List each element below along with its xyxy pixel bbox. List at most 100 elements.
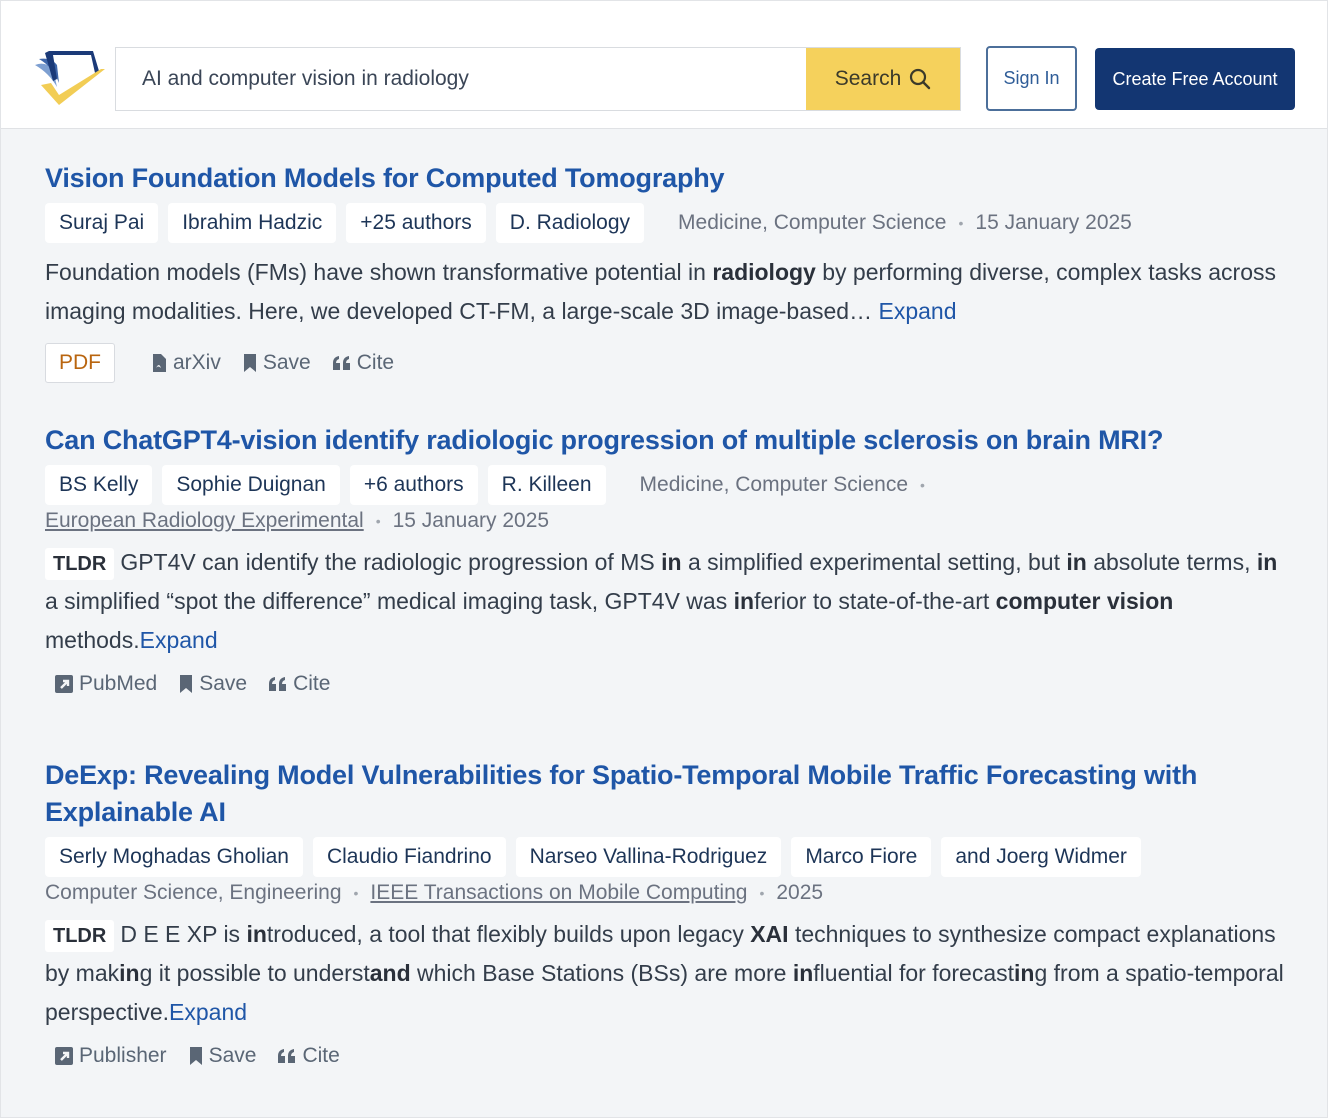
author-chip[interactable]: R. Killeen xyxy=(487,465,606,505)
bookmark-icon xyxy=(179,675,193,693)
author-chip[interactable]: +25 authors xyxy=(346,203,486,243)
abstract-segment: a simplified “spot the difference” medic… xyxy=(45,588,734,614)
tldr-summary: TLDR D E E XP is in troduced, a tool that … xyxy=(45,915,1288,1032)
separator-dot: • xyxy=(958,215,964,231)
action-cite[interactable]: Cite xyxy=(278,1044,340,1068)
tldr-summary: TLDR GPT4V can identify the radiologic pr… xyxy=(45,543,1288,660)
action-arxiv[interactable]: arXiv xyxy=(151,351,221,375)
pdf-button[interactable]: PDF xyxy=(45,343,115,383)
author-chip[interactable]: BS Kelly xyxy=(45,465,153,505)
abstract-segment: D E E XP is xyxy=(120,921,247,947)
abstract-segment: radiology xyxy=(712,259,816,285)
action-save[interactable]: Save xyxy=(243,351,311,375)
search-button-label: Search xyxy=(834,67,902,90)
abstract-segment: in xyxy=(1256,549,1278,575)
abstract-segment: in xyxy=(1014,960,1035,986)
paper-title-link[interactable]: Vision Foundation Models for Computed To… xyxy=(45,160,1288,197)
abstract-segment: methods. xyxy=(45,627,140,653)
logo-icon xyxy=(35,51,105,105)
paper-result: Can ChatGPT4-vision identify radiologic … xyxy=(45,422,1288,696)
search-button[interactable]: Search xyxy=(806,48,960,110)
site-logo[interactable] xyxy=(27,47,107,107)
author-row: BS Kelly Sophie Duignan +6 authors R. Kille… xyxy=(45,465,1288,505)
paper-actions: Publisher Save Cite xyxy=(45,1044,1288,1068)
abstract-segment: in xyxy=(661,549,682,575)
author-row: Serly Moghadas Gholian Claudio Fiandrino N… xyxy=(45,837,1288,877)
abstract-segment: troduced, a tool that flexibly builds up… xyxy=(266,921,751,947)
publication-date: 15 January 2025 xyxy=(975,211,1132,234)
publication-date: 2025 xyxy=(776,881,824,904)
venue-row: Computer Science, Engineering • IEEE Trans… xyxy=(45,881,1288,905)
action-label: Save xyxy=(262,351,311,374)
abstract-segment: in xyxy=(792,960,814,986)
action-label: PubMed xyxy=(79,672,158,695)
venue-link[interactable]: European Radiology Experimental xyxy=(45,509,364,533)
author-chip[interactable]: and Joerg Widmer xyxy=(941,837,1141,877)
bookmark-icon xyxy=(243,354,257,372)
abstract-segment: absolute terms, xyxy=(1086,549,1257,575)
external-link-icon xyxy=(55,675,73,693)
abstract-segment: Foundation models (FMs) have shown trans… xyxy=(45,259,713,285)
action-publisher[interactable]: Publisher xyxy=(55,1044,167,1068)
external-link-icon xyxy=(55,1047,73,1065)
fields-of-study: Medicine, Computer Science xyxy=(678,211,947,234)
action-save[interactable]: Save xyxy=(189,1044,257,1068)
paper-result: Vision Foundation Models for Computed To… xyxy=(45,160,1288,383)
bookmark-icon xyxy=(189,1047,203,1065)
author-chip[interactable]: Marco Fiore xyxy=(791,837,932,877)
action-cite[interactable]: Cite xyxy=(332,351,395,375)
quote-icon xyxy=(278,1049,296,1063)
abstract-segment: in xyxy=(119,960,140,986)
author-chip[interactable]: Sophie Duignan xyxy=(162,465,340,505)
abstract-segment: ferior to state-of-the-art xyxy=(754,588,996,614)
abstract-segment: fluential for forecast xyxy=(813,960,1015,986)
quote-icon xyxy=(332,356,351,370)
fields-of-study: Medicine, Computer Science xyxy=(639,473,909,496)
expand-link[interactable]: Expand xyxy=(140,627,218,653)
paper-actions: PDF arXiv Save Cite xyxy=(45,343,1288,383)
pdf-file-icon xyxy=(151,354,167,372)
expand-link[interactable]: Expand xyxy=(878,298,956,324)
action-label: arXiv xyxy=(173,351,221,374)
author-chip[interactable]: Serly Moghadas Gholian xyxy=(45,837,303,877)
tldr-badge: TLDR xyxy=(45,920,115,952)
search-input[interactable] xyxy=(116,48,806,110)
action-save[interactable]: Save xyxy=(179,672,247,696)
tldr-badge: TLDR xyxy=(45,548,115,580)
author-chip[interactable]: Claudio Fiandrino xyxy=(312,837,506,877)
separator-dot: • xyxy=(353,885,359,901)
paper-title-link[interactable]: DeExp: Revealing Model Vulnerabilities f… xyxy=(45,757,1288,831)
separator-dot: • xyxy=(375,513,381,529)
abstract-segment: and xyxy=(369,960,411,986)
action-label: Cite xyxy=(293,672,331,695)
abstract-segment: which Base Stations (BSs) are more xyxy=(410,960,793,986)
action-label: Save xyxy=(208,1044,257,1067)
action-cite[interactable]: Cite xyxy=(269,672,330,696)
abstract-segment: XAI xyxy=(750,921,789,947)
venue-link[interactable]: IEEE Transactions on Mobile Computing xyxy=(370,881,747,905)
sign-in-button[interactable]: Sign In xyxy=(986,46,1077,111)
action-label: Publisher xyxy=(79,1044,167,1067)
author-chip[interactable]: +6 authors xyxy=(349,465,478,505)
quote-icon xyxy=(269,677,287,691)
abstract-segment: g it possible to underst xyxy=(139,960,370,986)
venue-row: European Radiology Experimental • 15 Janua… xyxy=(45,509,1288,533)
search-bar: Search xyxy=(115,47,961,111)
author-chip[interactable]: Suraj Pai xyxy=(45,203,159,243)
action-label: Save xyxy=(199,672,248,695)
publication-date: 15 January 2025 xyxy=(392,509,550,532)
create-account-button[interactable]: Create Free Account xyxy=(1095,48,1295,110)
search-icon xyxy=(910,68,931,90)
expand-link[interactable]: Expand xyxy=(169,999,247,1025)
abstract-text: Foundation models (FMs) have shown trans… xyxy=(45,253,1288,331)
action-label: Cite xyxy=(356,351,395,374)
author-chip[interactable]: Narseo Vallina-Rodriguez xyxy=(515,837,782,877)
author-chip[interactable]: Ibrahim Hadzic xyxy=(168,203,337,243)
abstract-segment: GPT4V can identify the radiologic progre… xyxy=(120,549,662,575)
author-chip[interactable]: D. Radiology xyxy=(495,203,645,243)
abstract-segment: computer vision xyxy=(995,588,1174,614)
abstract-segment: a simplified experimental setting, but xyxy=(681,549,1067,575)
action-pubmed[interactable]: PubMed xyxy=(55,672,157,696)
paper-title-link[interactable]: Can ChatGPT4-vision identify radiologic … xyxy=(45,422,1288,459)
separator-dot: • xyxy=(759,885,765,901)
